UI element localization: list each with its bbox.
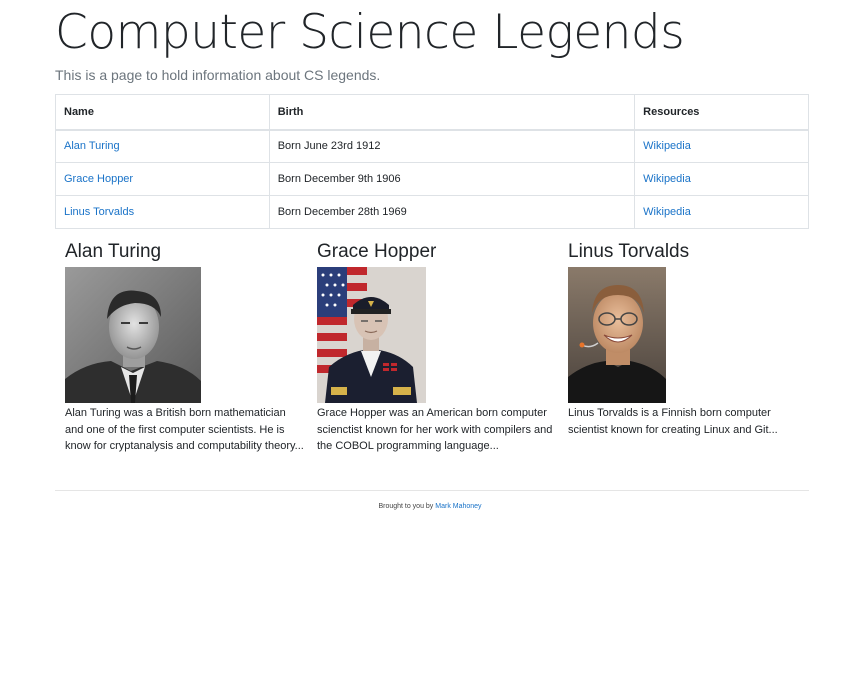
column-header-name: Name bbox=[55, 94, 270, 131]
resource-cell: Wikipedia bbox=[634, 195, 809, 229]
card-title: Linus Torvalds bbox=[568, 241, 690, 262]
table-row: Linus Torvalds Born December 28th 1969 W… bbox=[55, 195, 809, 229]
resource-cell: Wikipedia bbox=[634, 162, 809, 196]
wikipedia-link[interactable]: Wikipedia bbox=[643, 140, 691, 152]
table-header-row: Name Birth Resources bbox=[55, 94, 809, 131]
legends-table: Name Birth Resources Alan Turing Born Ju… bbox=[55, 94, 809, 229]
wikipedia-link[interactable]: Wikipedia bbox=[643, 206, 691, 218]
footer: Brought to you by Mark Mahoney bbox=[0, 503, 860, 510]
page-subtitle: This is a page to hold information about… bbox=[55, 67, 381, 83]
legend-card-alan-turing: Alan Turing Alan Turing was a British bo… bbox=[65, 240, 305, 455]
card-title: Grace Hopper bbox=[317, 241, 437, 262]
column-header-birth: Birth bbox=[268, 94, 636, 131]
name-cell: Alan Turing bbox=[55, 129, 270, 163]
legend-name-link[interactable]: Alan Turing bbox=[64, 140, 120, 152]
resource-cell: Wikipedia bbox=[634, 129, 809, 163]
card-description: Alan Turing was a British born mathemati… bbox=[65, 407, 304, 452]
author-link[interactable]: Mark Mahoney bbox=[435, 503, 481, 510]
birth-cell: Born December 9th 1906 bbox=[268, 162, 636, 196]
legend-name-link[interactable]: Linus Torvalds bbox=[64, 206, 134, 218]
card-title: Alan Turing bbox=[65, 241, 162, 262]
name-cell: Grace Hopper bbox=[55, 162, 270, 196]
birth-cell: Born December 28th 1969 bbox=[268, 195, 636, 229]
linus-torvalds-photo bbox=[568, 267, 666, 403]
column-header-resources: Resources bbox=[634, 94, 809, 131]
footer-divider bbox=[55, 490, 809, 491]
footer-prefix: Brought to you by bbox=[378, 503, 434, 510]
legend-card-grace-hopper: Grace Hopper Grace Hopper was an America… bbox=[317, 240, 557, 455]
wikipedia-link[interactable]: Wikipedia bbox=[643, 173, 691, 185]
card-description: Linus Torvalds is a Finnish born compute… bbox=[568, 407, 778, 436]
legend-name-link[interactable]: Grace Hopper bbox=[64, 173, 133, 185]
page-title: Computer Science Legends bbox=[55, 5, 685, 60]
card-description: Grace Hopper was an American born comput… bbox=[317, 407, 553, 452]
table-row: Alan Turing Born June 23rd 1912 Wikipedi… bbox=[55, 129, 809, 163]
table-row: Grace Hopper Born December 9th 1906 Wiki… bbox=[55, 162, 809, 196]
name-cell: Linus Torvalds bbox=[55, 195, 270, 229]
grace-hopper-photo bbox=[317, 267, 426, 403]
legend-card-linus-torvalds: Linus Torvalds Linus Torvalds is a Finni… bbox=[568, 240, 808, 438]
alan-turing-photo bbox=[65, 267, 201, 403]
birth-cell: Born June 23rd 1912 bbox=[268, 129, 636, 163]
